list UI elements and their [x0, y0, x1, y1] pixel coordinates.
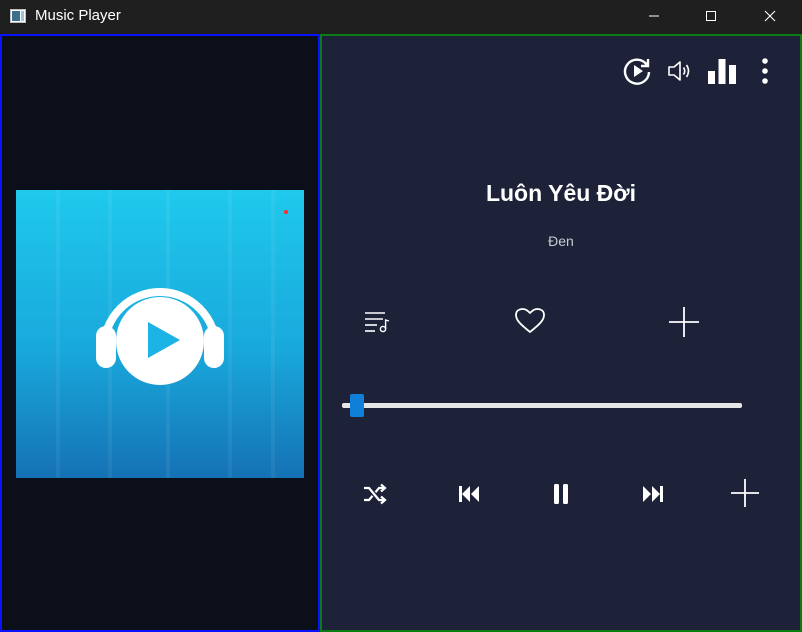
volume-button[interactable] — [664, 56, 694, 86]
player-panel: Luôn Yêu Đời Đen — [320, 34, 802, 632]
next-button[interactable] — [640, 480, 666, 508]
playlist-icon — [365, 312, 390, 333]
song-title: Luôn Yêu Đời — [485, 180, 637, 206]
maximize-button[interactable] — [683, 0, 739, 32]
replay-icon — [623, 58, 651, 85]
maximize-icon — [706, 11, 716, 21]
shuffle-icon — [364, 483, 387, 505]
progress-track[interactable] — [342, 403, 742, 408]
heart-icon — [515, 308, 545, 333]
progress-thumb[interactable] — [350, 394, 364, 417]
song-artist: Đen — [548, 233, 574, 249]
previous-icon — [459, 486, 479, 502]
volume-icon — [668, 61, 690, 81]
pause-icon — [554, 484, 568, 504]
more-vertical-icon — [762, 58, 768, 84]
more-button[interactable] — [754, 54, 776, 88]
playlist-button[interactable] — [360, 306, 394, 336]
next-icon — [643, 486, 663, 502]
add-button[interactable] — [728, 476, 762, 510]
album-art — [16, 190, 304, 478]
add-icon — [669, 307, 699, 337]
favorite-button[interactable] — [513, 304, 547, 338]
window-title: Music Player — [35, 7, 121, 24]
pause-button[interactable] — [548, 480, 574, 508]
title-bar: Music Player — [0, 0, 802, 32]
minimize-icon — [649, 15, 659, 17]
add-to-playlist-button[interactable] — [666, 304, 702, 340]
shuffle-button[interactable] — [362, 480, 388, 508]
replay-button[interactable] — [620, 54, 654, 88]
close-button[interactable] — [742, 0, 798, 32]
equalizer-button[interactable] — [705, 54, 739, 88]
minimize-button[interactable] — [626, 0, 682, 32]
previous-button[interactable] — [456, 480, 482, 508]
close-icon — [764, 10, 776, 22]
equalizer-icon — [708, 59, 736, 84]
add-icon — [731, 479, 759, 507]
app-icon — [10, 9, 26, 23]
album-art-panel — [0, 34, 320, 632]
headphones-play-icon — [96, 288, 224, 385]
